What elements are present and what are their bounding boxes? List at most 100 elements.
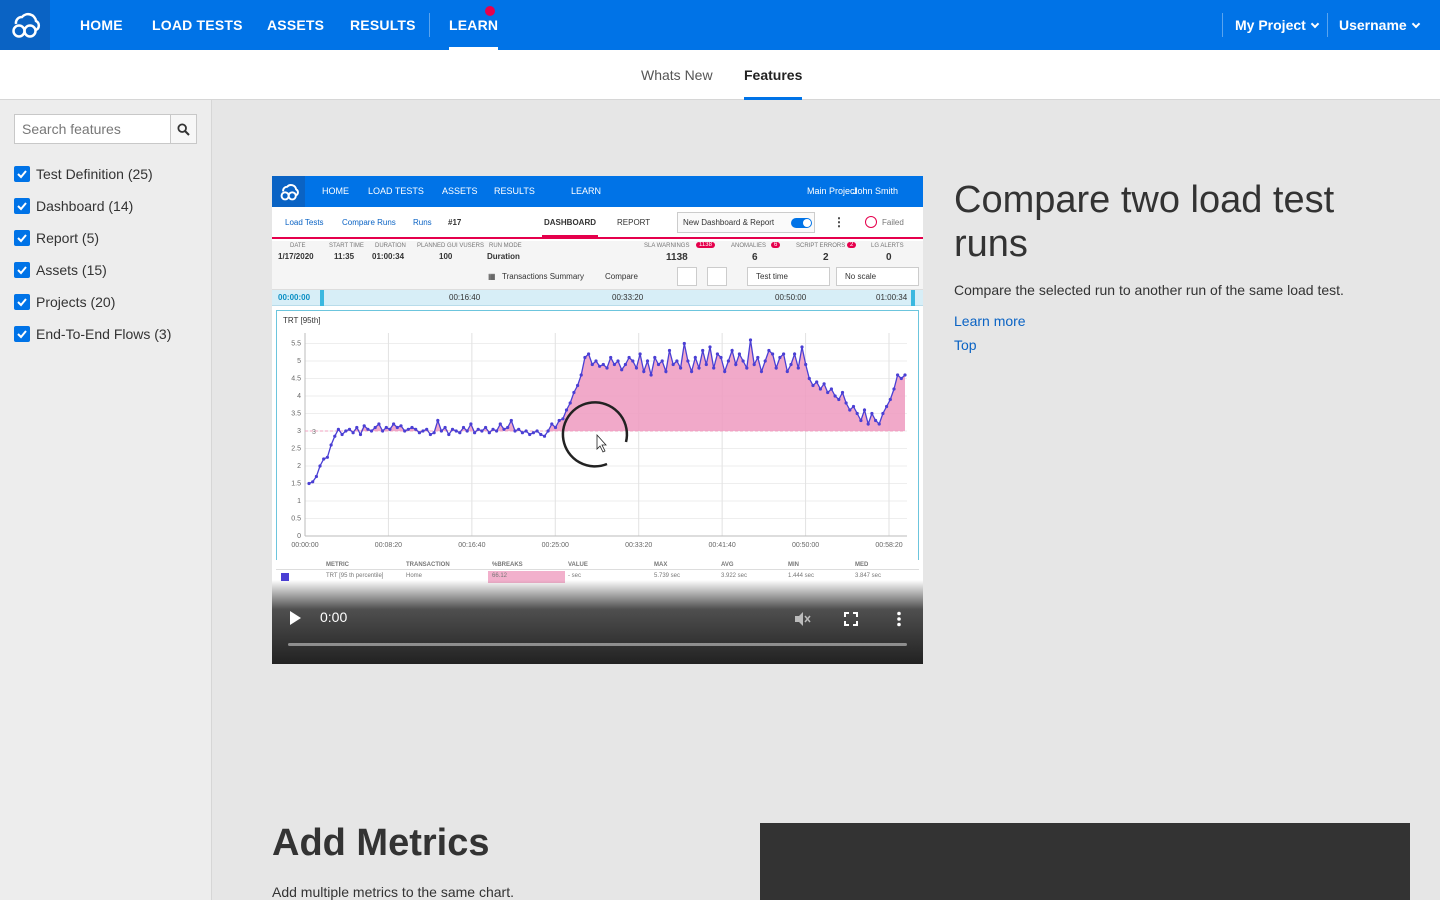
kpi-value: 1138 <box>666 252 688 263</box>
data-point <box>539 432 543 437</box>
more-options-icon[interactable] <box>896 611 902 627</box>
nav-assets[interactable]: ASSETS <box>267 0 324 50</box>
table-cell: 66.12 <box>492 573 508 579</box>
kpi-label: ANOMALIES <box>731 243 767 249</box>
top-link[interactable]: Top <box>954 337 977 353</box>
y-tick-label: 4.5 <box>291 376 301 383</box>
video-timeline: 00:00:00 00:16:40 00:33:20 00:50:00 01:0… <box>272 290 923 306</box>
data-point <box>899 376 903 381</box>
checkbox-checked-icon[interactable] <box>14 230 30 246</box>
filter-assets[interactable]: Assets (15) <box>14 260 107 280</box>
tab-whats-new[interactable]: Whats New <box>641 50 713 100</box>
filter-projects[interactable]: Projects (20) <box>14 292 115 312</box>
data-point <box>675 359 679 363</box>
nav-separator <box>1327 13 1328 37</box>
search-input[interactable] <box>14 114 171 144</box>
search-button[interactable] <box>170 114 197 144</box>
app-logo[interactable] <box>0 0 50 50</box>
play-icon[interactable] <box>290 611 301 625</box>
data-point <box>373 425 377 430</box>
video-toolbar: ▦ Transactions Summary Compare Test time… <box>272 264 923 290</box>
video-panel-button <box>677 267 697 286</box>
project-dropdown[interactable]: My Project <box>1235 0 1320 50</box>
y-tick-label: 2 <box>297 463 301 470</box>
nav-load-tests[interactable]: LOAD TESTS <box>152 0 243 50</box>
data-point <box>840 390 845 395</box>
video-scale-select: No scale <box>836 267 919 286</box>
feature-video[interactable]: HOME LOAD TESTS ASSETS RESULTS LEARN Mai… <box>272 176 923 664</box>
volume-icon[interactable] <box>793 611 811 627</box>
video-time-select: Test time <box>747 267 830 286</box>
data-point <box>358 432 363 437</box>
filter-end-to-end-flows[interactable]: End-To-End Flows (3) <box>14 324 171 344</box>
video-progress-bar[interactable] <box>288 643 907 646</box>
data-point <box>333 434 337 438</box>
data-point <box>701 348 705 353</box>
filter-dashboard[interactable]: Dashboard (14) <box>14 196 133 216</box>
checkbox-checked-icon[interactable] <box>14 294 30 310</box>
table-cell: 5.739 sec <box>654 573 681 579</box>
y-tick-label: 4 <box>297 393 301 400</box>
video-nav-item: LEARN <box>571 186 602 196</box>
data-point <box>598 364 602 368</box>
trt-chart: 0 0.5 1 1.5 2 2.5 3 3.5 4 4.5 5 5.5 00:00:00 00:08:20… <box>291 333 907 549</box>
checkbox-checked-icon[interactable] <box>14 262 30 278</box>
data-point <box>741 359 745 363</box>
table-header: VALUE <box>568 562 588 568</box>
data-point <box>399 424 403 428</box>
timeline-label: 01:00:34 <box>876 293 908 302</box>
toggle-switch-icon <box>791 218 812 228</box>
data-point <box>502 427 506 431</box>
search-icon <box>177 122 190 136</box>
data-point <box>461 425 466 430</box>
video-breadcrumb: Load Tests <box>285 218 324 227</box>
feature-video[interactable] <box>760 823 1410 900</box>
data-point <box>311 480 315 484</box>
data-point <box>443 425 447 430</box>
project-name: My Project <box>1235 17 1306 33</box>
data-point <box>428 432 432 437</box>
data-point <box>473 431 477 435</box>
data-point <box>866 422 870 426</box>
checkbox-checked-icon[interactable] <box>14 326 30 342</box>
data-point <box>542 434 547 438</box>
kpi-badge: 6 <box>771 242 781 248</box>
learn-more-link[interactable]: Learn more <box>954 313 1026 329</box>
y-tick-label: 1 <box>297 498 301 505</box>
filter-report[interactable]: Report (5) <box>14 228 99 248</box>
video-nav-item: LOAD TESTS <box>368 186 424 196</box>
data-point <box>811 383 815 388</box>
data-point <box>734 362 738 367</box>
fullscreen-icon[interactable] <box>844 612 858 626</box>
checkbox-checked-icon[interactable] <box>14 166 30 182</box>
data-point <box>752 362 756 367</box>
data-point <box>686 359 690 363</box>
data-point <box>759 369 764 374</box>
feature-filter-sidebar: Test Definition (25) Dashboard (14) Repo… <box>0 100 212 900</box>
data-point <box>682 341 686 346</box>
data-point <box>623 362 627 367</box>
data-point <box>609 355 613 360</box>
nav-home[interactable]: HOME <box>80 0 123 50</box>
data-point <box>778 355 782 360</box>
user-dropdown[interactable]: Username <box>1339 0 1420 50</box>
data-point <box>535 429 539 433</box>
feature-title: Compare two load test runs <box>954 179 1335 265</box>
data-point <box>771 352 775 356</box>
checkbox-checked-icon[interactable] <box>14 198 30 214</box>
y-tick-label: 0 <box>297 533 301 540</box>
filter-test-definition[interactable]: Test Definition (25) <box>14 164 153 184</box>
data-point <box>748 338 753 342</box>
nav-results[interactable]: RESULTS <box>350 0 416 50</box>
tab-features[interactable]: Features <box>744 50 803 100</box>
video-time: 0:00 <box>320 609 348 625</box>
table-header: %BREAKS <box>492 562 523 568</box>
data-point <box>384 425 388 430</box>
data-point <box>631 359 635 363</box>
data-point <box>855 411 859 416</box>
filter-label: Projects (20) <box>36 294 116 310</box>
data-point <box>520 431 524 435</box>
data-point <box>587 352 591 356</box>
kpi-label: SLA WARNINGS <box>644 243 690 249</box>
chevron-down-icon <box>1411 19 1420 29</box>
